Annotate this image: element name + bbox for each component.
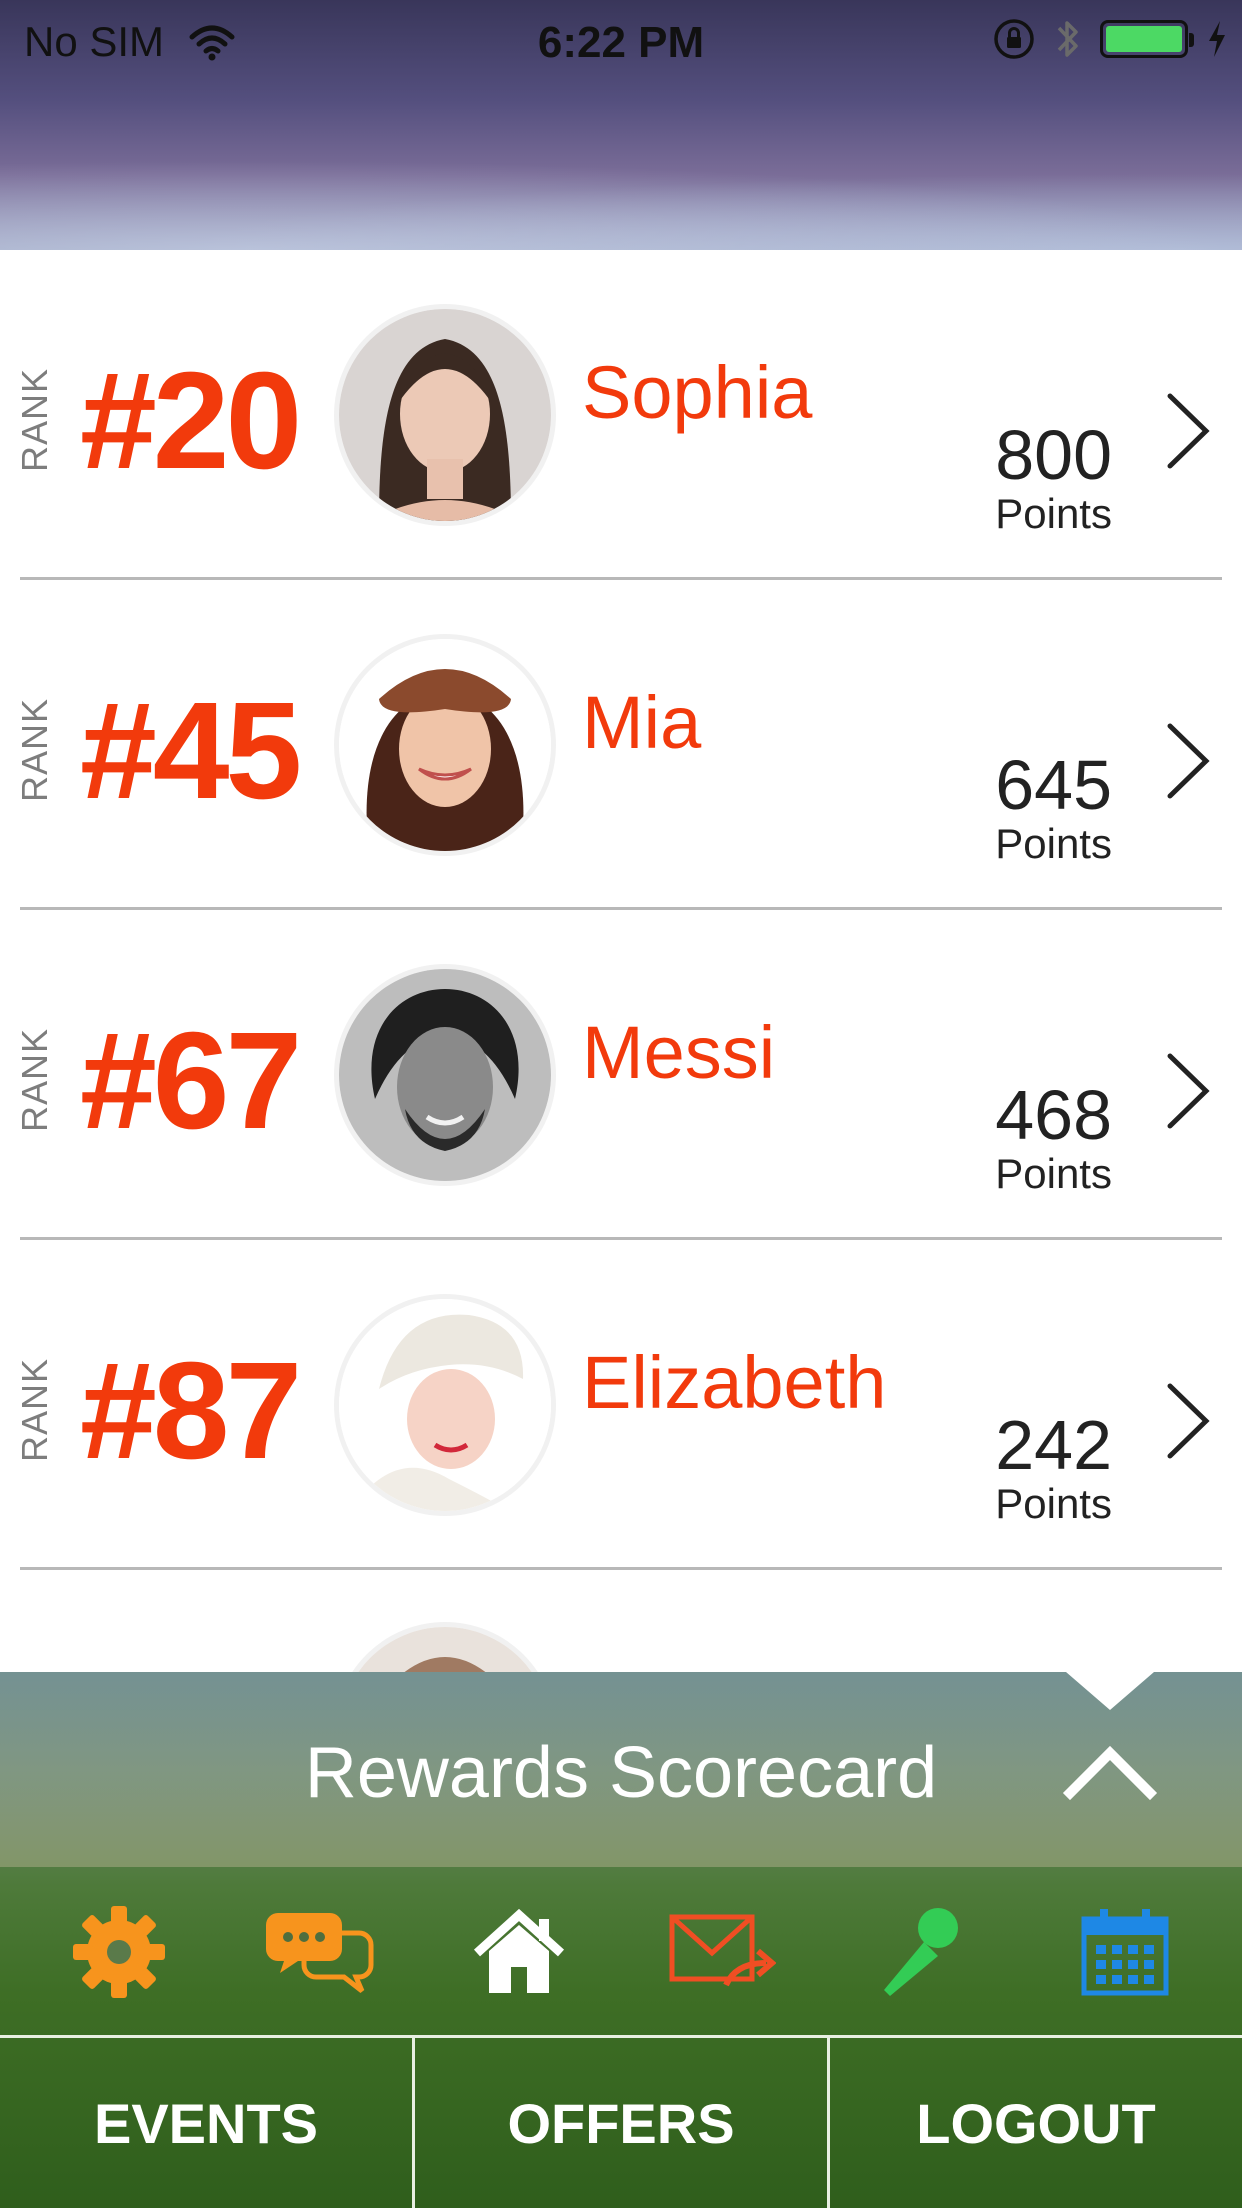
avatar bbox=[334, 1294, 556, 1516]
status-bar: No SIM 6:22 PM bbox=[0, 0, 1242, 84]
battery-fill bbox=[1106, 26, 1182, 52]
points-block: 800 Points bbox=[995, 420, 1112, 538]
battery-icon bbox=[1100, 20, 1194, 58]
points-block: 468 Points bbox=[995, 1080, 1112, 1198]
rank-number: #20 bbox=[80, 344, 302, 498]
avatar bbox=[334, 304, 556, 526]
chevron-up-icon[interactable] bbox=[1060, 1738, 1160, 1808]
rank-number: #67 bbox=[80, 1004, 302, 1158]
mail-button[interactable] bbox=[666, 1897, 776, 2007]
points-label: Points bbox=[995, 820, 1112, 867]
leaderboard-row[interactable]: RANK #87 Elizabeth 242 Points bbox=[0, 1240, 1242, 1570]
calendar-button[interactable] bbox=[1070, 1897, 1180, 2007]
points-label: Points bbox=[995, 1480, 1112, 1527]
points-block: 242 Points bbox=[995, 1410, 1112, 1528]
chat-button[interactable] bbox=[264, 1897, 374, 2007]
leaderboard-row[interactable]: RANK #67 Messi 468 Points bbox=[0, 910, 1242, 1240]
rank-label: RANK bbox=[14, 697, 55, 803]
leaderboard-row[interactable]: RANK #45 Mia 645 Points bbox=[0, 580, 1242, 910]
charging-bolt-icon bbox=[1209, 21, 1225, 57]
points-value: 468 bbox=[995, 1076, 1112, 1154]
tab-events[interactable]: EVENTS bbox=[0, 2038, 412, 2208]
row-divider bbox=[20, 1567, 1222, 1570]
panel-title[interactable]: Rewards Scorecard bbox=[0, 1732, 1242, 1814]
mail-forward-icon bbox=[669, 1914, 776, 1987]
points-value: 645 bbox=[995, 746, 1112, 824]
icon-toolbar bbox=[0, 1867, 1242, 2037]
player-name: Mia bbox=[582, 681, 702, 764]
player-name: Sophia bbox=[582, 351, 813, 434]
rank-number: #87 bbox=[80, 1334, 302, 1488]
avatar bbox=[334, 1622, 556, 1672]
chevron-right-icon[interactable] bbox=[1158, 386, 1218, 476]
microphone-icon bbox=[884, 1908, 958, 1996]
calendar-icon bbox=[1081, 1909, 1169, 1996]
points-label: Points bbox=[995, 1150, 1112, 1197]
settings-gear-icon bbox=[73, 1906, 165, 1998]
home-button[interactable] bbox=[464, 1897, 574, 2007]
status-right bbox=[992, 16, 1228, 62]
points-block: 645 Points bbox=[995, 750, 1112, 868]
player-name: Messi bbox=[582, 1011, 776, 1094]
panel-notch bbox=[1066, 1672, 1154, 1710]
player-name: Elizabeth bbox=[582, 1341, 887, 1424]
settings-button[interactable] bbox=[64, 1897, 174, 2007]
home-icon bbox=[473, 1908, 565, 1993]
rank-number: #45 bbox=[80, 674, 302, 828]
leaderboard-row[interactable]: RANK #20 Sophia 800 Points bbox=[0, 250, 1242, 580]
points-value: 242 bbox=[995, 1406, 1112, 1484]
avatar bbox=[334, 964, 556, 1186]
leaderboard-list[interactable]: RANK #20 Sophia 800 Points RANK #45 Mia … bbox=[0, 250, 1242, 1672]
orientation-lock-icon bbox=[994, 19, 1034, 59]
points-value: 800 bbox=[995, 416, 1112, 494]
chevron-right-icon[interactable] bbox=[1158, 1046, 1218, 1136]
points-label: Points bbox=[995, 490, 1112, 537]
chevron-right-icon[interactable] bbox=[1158, 716, 1218, 806]
bottom-panel: Rewards Scorecard EVENTS OFFERS LOGOUT bbox=[0, 1672, 1242, 2208]
header-background: No SIM 6:22 PM bbox=[0, 0, 1242, 250]
bluetooth-icon bbox=[1057, 21, 1078, 57]
tab-logout[interactable]: LOGOUT bbox=[827, 2038, 1242, 2208]
microphone-button[interactable] bbox=[866, 1897, 976, 2007]
bottom-tab-bar: EVENTS OFFERS LOGOUT bbox=[0, 2035, 1242, 2208]
chat-bubbles-icon bbox=[266, 1913, 374, 1993]
rank-label: RANK bbox=[14, 1357, 55, 1463]
chevron-right-icon[interactable] bbox=[1158, 1376, 1218, 1466]
avatar bbox=[334, 634, 556, 856]
rank-label: RANK bbox=[14, 367, 55, 473]
rank-label: RANK bbox=[14, 1027, 55, 1133]
tab-offers[interactable]: OFFERS bbox=[412, 2038, 827, 2208]
